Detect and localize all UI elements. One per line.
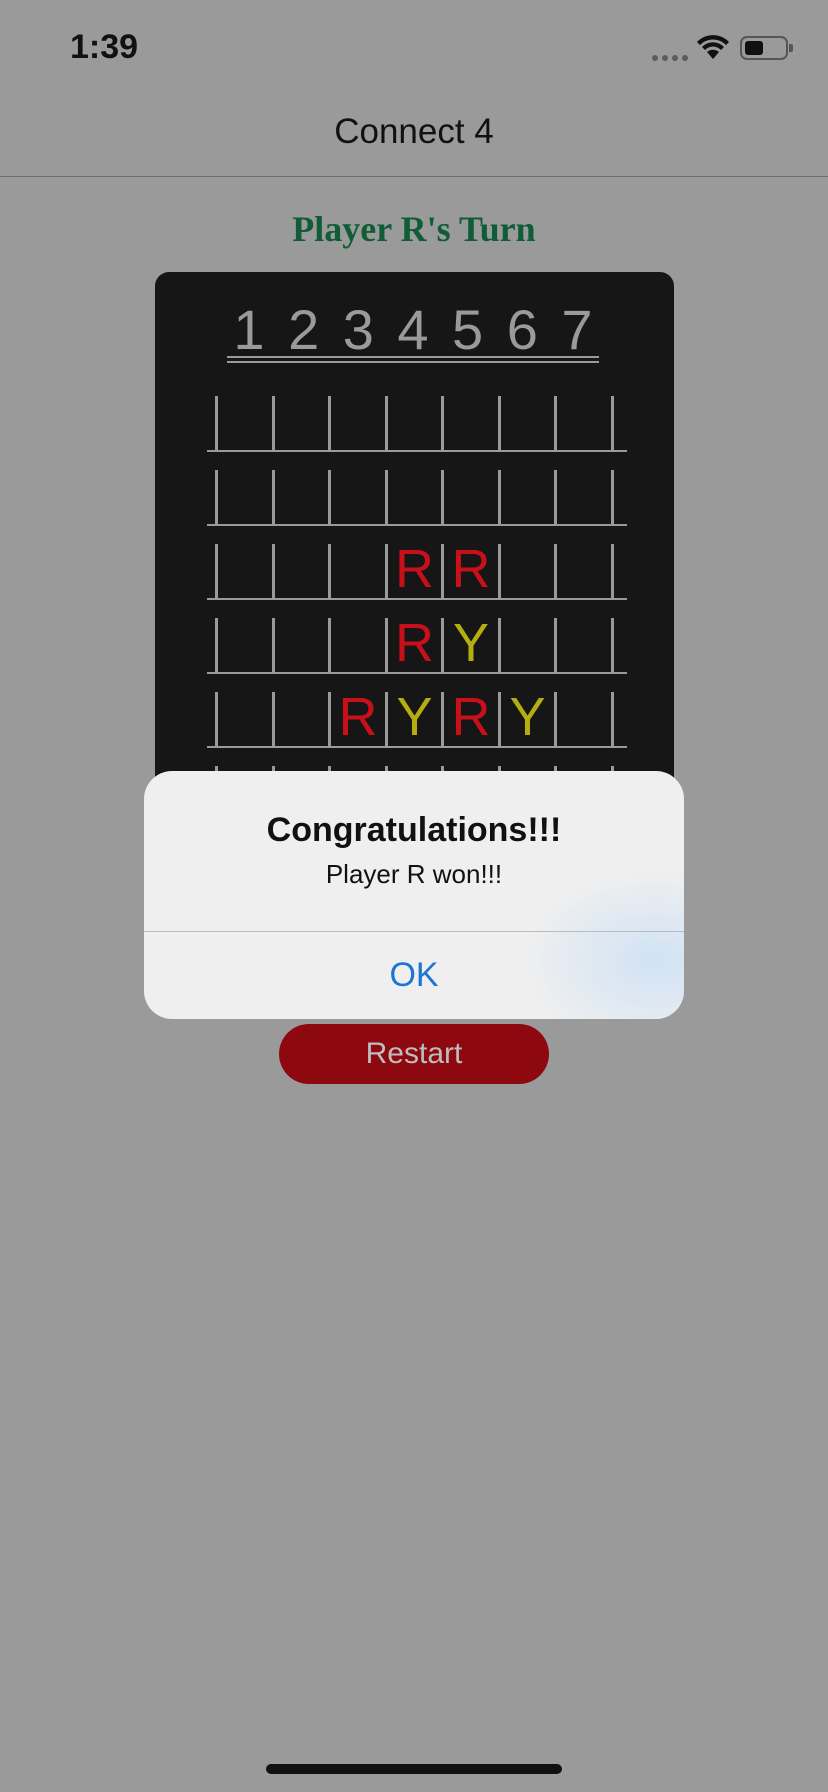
board-row: RYRY — [207, 680, 627, 750]
status-time: 1:39 — [70, 28, 139, 66]
board-cell[interactable]: R — [386, 612, 444, 674]
board-cell[interactable] — [273, 464, 331, 526]
board-cell[interactable] — [555, 686, 613, 748]
column-number[interactable]: 7 — [555, 300, 599, 360]
board-cell[interactable] — [555, 538, 613, 600]
board-row — [207, 458, 627, 528]
board-cell[interactable] — [499, 390, 557, 452]
board-cell[interactable] — [216, 612, 274, 674]
navigation-bar: Connect 4 — [0, 96, 828, 177]
board-row: RY — [207, 606, 627, 676]
column-numbers-underline — [227, 356, 599, 363]
board-cell[interactable] — [216, 390, 274, 452]
ok-button[interactable]: OK — [144, 931, 684, 1019]
board-cell[interactable] — [273, 538, 331, 600]
column-numbers: 1234567 — [227, 300, 599, 360]
column-number[interactable]: 6 — [500, 300, 544, 360]
board-row — [207, 384, 627, 454]
board-cell[interactable] — [273, 612, 331, 674]
board-cell[interactable] — [555, 612, 613, 674]
board-cell[interactable]: R — [442, 686, 500, 748]
battery-icon — [740, 36, 793, 60]
board-cell[interactable]: Y — [386, 686, 444, 748]
board-cell[interactable] — [499, 464, 557, 526]
column-number[interactable]: 5 — [446, 300, 490, 360]
board-cell[interactable]: R — [329, 686, 387, 748]
board-cell[interactable] — [273, 686, 331, 748]
board-cell[interactable] — [329, 612, 387, 674]
board-cell[interactable] — [499, 538, 557, 600]
home-indicator — [266, 1764, 562, 1774]
alert-title: Congratulations!!! — [266, 811, 562, 849]
board-cell[interactable] — [555, 464, 613, 526]
board-cell[interactable]: R — [386, 538, 444, 600]
nav-title: Connect 4 — [334, 112, 494, 151]
board-cell[interactable] — [329, 390, 387, 452]
board-cell[interactable] — [555, 390, 613, 452]
board-row: RR — [207, 532, 627, 602]
column-number[interactable]: 4 — [391, 300, 435, 360]
board-cell[interactable]: R — [442, 538, 500, 600]
board-cell[interactable] — [442, 390, 500, 452]
status-bar: 1:39 — [0, 0, 828, 96]
game-board[interactable]: 1234567 RRRYRYRYRRYYY — [155, 272, 674, 792]
turn-label: Player R's Turn — [292, 209, 536, 249]
board-cell[interactable] — [216, 538, 274, 600]
wifi-icon — [697, 35, 729, 59]
board-cell[interactable]: Y — [499, 686, 557, 748]
board-cell[interactable] — [386, 390, 444, 452]
board-cell[interactable] — [216, 464, 274, 526]
cellular-signal-icon — [652, 55, 688, 61]
win-alert: Congratulations!!! Player R won!!! OK — [144, 771, 684, 1019]
column-number[interactable]: 1 — [227, 300, 271, 360]
alert-message: Player R won!!! — [325, 859, 503, 889]
board-cell[interactable]: Y — [442, 612, 500, 674]
board-cell[interactable] — [499, 612, 557, 674]
board-cell[interactable] — [329, 538, 387, 600]
board-cell[interactable] — [329, 464, 387, 526]
board-cell[interactable] — [216, 686, 274, 748]
board-cell[interactable] — [386, 464, 444, 526]
column-number[interactable]: 2 — [282, 300, 326, 360]
column-number[interactable]: 3 — [336, 300, 380, 360]
restart-button[interactable]: Restart — [279, 1024, 549, 1084]
board-cell[interactable] — [442, 464, 500, 526]
board-cell[interactable] — [273, 390, 331, 452]
